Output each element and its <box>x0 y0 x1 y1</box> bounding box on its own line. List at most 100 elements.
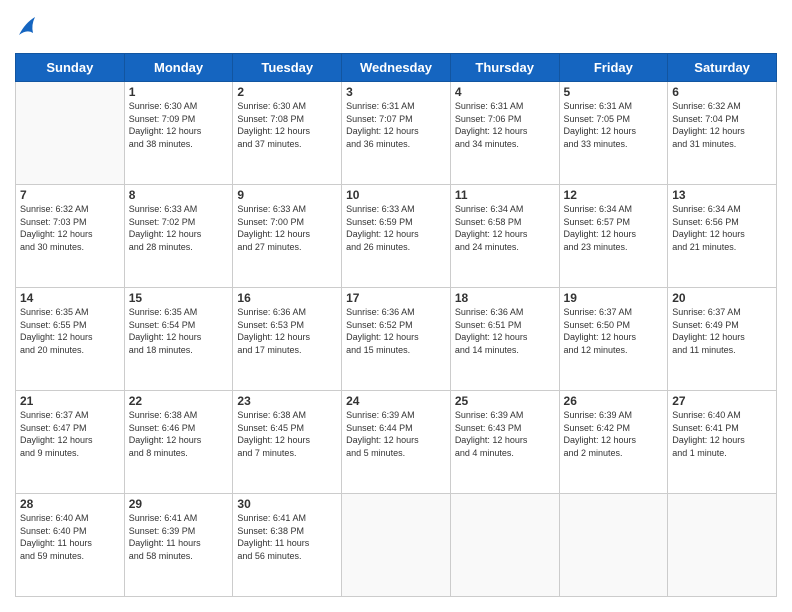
day-info: Sunrise: 6:38 AM Sunset: 6:45 PM Dayligh… <box>237 409 337 459</box>
day-number: 22 <box>129 394 229 408</box>
calendar-cell: 1Sunrise: 6:30 AM Sunset: 7:09 PM Daylig… <box>124 82 233 185</box>
calendar-cell: 24Sunrise: 6:39 AM Sunset: 6:44 PM Dayli… <box>342 391 451 494</box>
day-number: 28 <box>20 497 120 511</box>
day-info: Sunrise: 6:37 AM Sunset: 6:50 PM Dayligh… <box>564 306 664 356</box>
calendar-cell: 8Sunrise: 6:33 AM Sunset: 7:02 PM Daylig… <box>124 185 233 288</box>
day-number: 24 <box>346 394 446 408</box>
calendar-week-4: 21Sunrise: 6:37 AM Sunset: 6:47 PM Dayli… <box>16 391 777 494</box>
day-info: Sunrise: 6:30 AM Sunset: 7:09 PM Dayligh… <box>129 100 229 150</box>
calendar-cell: 25Sunrise: 6:39 AM Sunset: 6:43 PM Dayli… <box>450 391 559 494</box>
calendar-cell <box>559 494 668 597</box>
calendar-cell <box>668 494 777 597</box>
calendar-cell <box>16 82 125 185</box>
day-number: 21 <box>20 394 120 408</box>
day-info: Sunrise: 6:33 AM Sunset: 6:59 PM Dayligh… <box>346 203 446 253</box>
calendar-cell: 4Sunrise: 6:31 AM Sunset: 7:06 PM Daylig… <box>450 82 559 185</box>
day-header-wednesday: Wednesday <box>342 54 451 82</box>
day-number: 8 <box>129 188 229 202</box>
day-info: Sunrise: 6:33 AM Sunset: 7:00 PM Dayligh… <box>237 203 337 253</box>
calendar-week-2: 7Sunrise: 6:32 AM Sunset: 7:03 PM Daylig… <box>16 185 777 288</box>
calendar-cell: 17Sunrise: 6:36 AM Sunset: 6:52 PM Dayli… <box>342 288 451 391</box>
day-number: 16 <box>237 291 337 305</box>
day-number: 11 <box>455 188 555 202</box>
calendar-cell: 20Sunrise: 6:37 AM Sunset: 6:49 PM Dayli… <box>668 288 777 391</box>
day-info: Sunrise: 6:41 AM Sunset: 6:38 PM Dayligh… <box>237 512 337 562</box>
day-info: Sunrise: 6:37 AM Sunset: 6:49 PM Dayligh… <box>672 306 772 356</box>
calendar-week-5: 28Sunrise: 6:40 AM Sunset: 6:40 PM Dayli… <box>16 494 777 597</box>
calendar-cell <box>450 494 559 597</box>
day-info: Sunrise: 6:40 AM Sunset: 6:41 PM Dayligh… <box>672 409 772 459</box>
day-number: 29 <box>129 497 229 511</box>
calendar-cell: 28Sunrise: 6:40 AM Sunset: 6:40 PM Dayli… <box>16 494 125 597</box>
day-info: Sunrise: 6:38 AM Sunset: 6:46 PM Dayligh… <box>129 409 229 459</box>
day-info: Sunrise: 6:35 AM Sunset: 6:54 PM Dayligh… <box>129 306 229 356</box>
day-info: Sunrise: 6:36 AM Sunset: 6:52 PM Dayligh… <box>346 306 446 356</box>
day-header-friday: Friday <box>559 54 668 82</box>
calendar-table: SundayMondayTuesdayWednesdayThursdayFrid… <box>15 53 777 597</box>
header <box>15 15 777 43</box>
day-number: 5 <box>564 85 664 99</box>
day-header-monday: Monday <box>124 54 233 82</box>
day-info: Sunrise: 6:30 AM Sunset: 7:08 PM Dayligh… <box>237 100 337 150</box>
day-info: Sunrise: 6:36 AM Sunset: 6:51 PM Dayligh… <box>455 306 555 356</box>
day-number: 25 <box>455 394 555 408</box>
calendar-cell: 13Sunrise: 6:34 AM Sunset: 6:56 PM Dayli… <box>668 185 777 288</box>
calendar-cell: 30Sunrise: 6:41 AM Sunset: 6:38 PM Dayli… <box>233 494 342 597</box>
day-number: 6 <box>672 85 772 99</box>
day-number: 15 <box>129 291 229 305</box>
day-number: 20 <box>672 291 772 305</box>
calendar-cell: 29Sunrise: 6:41 AM Sunset: 6:39 PM Dayli… <box>124 494 233 597</box>
day-header-thursday: Thursday <box>450 54 559 82</box>
day-info: Sunrise: 6:39 AM Sunset: 6:44 PM Dayligh… <box>346 409 446 459</box>
calendar-cell: 26Sunrise: 6:39 AM Sunset: 6:42 PM Dayli… <box>559 391 668 494</box>
day-info: Sunrise: 6:31 AM Sunset: 7:07 PM Dayligh… <box>346 100 446 150</box>
calendar-cell: 21Sunrise: 6:37 AM Sunset: 6:47 PM Dayli… <box>16 391 125 494</box>
calendar-cell: 14Sunrise: 6:35 AM Sunset: 6:55 PM Dayli… <box>16 288 125 391</box>
calendar-cell: 10Sunrise: 6:33 AM Sunset: 6:59 PM Dayli… <box>342 185 451 288</box>
calendar-cell: 16Sunrise: 6:36 AM Sunset: 6:53 PM Dayli… <box>233 288 342 391</box>
day-number: 3 <box>346 85 446 99</box>
day-number: 12 <box>564 188 664 202</box>
day-number: 4 <box>455 85 555 99</box>
day-header-saturday: Saturday <box>668 54 777 82</box>
day-info: Sunrise: 6:31 AM Sunset: 7:05 PM Dayligh… <box>564 100 664 150</box>
day-info: Sunrise: 6:34 AM Sunset: 6:58 PM Dayligh… <box>455 203 555 253</box>
page: SundayMondayTuesdayWednesdayThursdayFrid… <box>0 0 792 612</box>
calendar-cell: 18Sunrise: 6:36 AM Sunset: 6:51 PM Dayli… <box>450 288 559 391</box>
day-info: Sunrise: 6:32 AM Sunset: 7:04 PM Dayligh… <box>672 100 772 150</box>
day-number: 23 <box>237 394 337 408</box>
day-number: 7 <box>20 188 120 202</box>
calendar-cell: 3Sunrise: 6:31 AM Sunset: 7:07 PM Daylig… <box>342 82 451 185</box>
day-number: 13 <box>672 188 772 202</box>
day-info: Sunrise: 6:40 AM Sunset: 6:40 PM Dayligh… <box>20 512 120 562</box>
day-number: 27 <box>672 394 772 408</box>
calendar-cell: 6Sunrise: 6:32 AM Sunset: 7:04 PM Daylig… <box>668 82 777 185</box>
calendar-cell <box>342 494 451 597</box>
calendar-header-row: SundayMondayTuesdayWednesdayThursdayFrid… <box>16 54 777 82</box>
day-info: Sunrise: 6:36 AM Sunset: 6:53 PM Dayligh… <box>237 306 337 356</box>
day-number: 18 <box>455 291 555 305</box>
day-info: Sunrise: 6:32 AM Sunset: 7:03 PM Dayligh… <box>20 203 120 253</box>
calendar-cell: 12Sunrise: 6:34 AM Sunset: 6:57 PM Dayli… <box>559 185 668 288</box>
calendar-week-3: 14Sunrise: 6:35 AM Sunset: 6:55 PM Dayli… <box>16 288 777 391</box>
day-number: 14 <box>20 291 120 305</box>
calendar-cell: 11Sunrise: 6:34 AM Sunset: 6:58 PM Dayli… <box>450 185 559 288</box>
logo <box>15 15 37 43</box>
calendar-week-1: 1Sunrise: 6:30 AM Sunset: 7:09 PM Daylig… <box>16 82 777 185</box>
day-info: Sunrise: 6:31 AM Sunset: 7:06 PM Dayligh… <box>455 100 555 150</box>
calendar-cell: 15Sunrise: 6:35 AM Sunset: 6:54 PM Dayli… <box>124 288 233 391</box>
day-info: Sunrise: 6:34 AM Sunset: 6:56 PM Dayligh… <box>672 203 772 253</box>
day-info: Sunrise: 6:39 AM Sunset: 6:42 PM Dayligh… <box>564 409 664 459</box>
calendar-cell: 22Sunrise: 6:38 AM Sunset: 6:46 PM Dayli… <box>124 391 233 494</box>
day-number: 9 <box>237 188 337 202</box>
day-number: 26 <box>564 394 664 408</box>
calendar-cell: 5Sunrise: 6:31 AM Sunset: 7:05 PM Daylig… <box>559 82 668 185</box>
day-info: Sunrise: 6:34 AM Sunset: 6:57 PM Dayligh… <box>564 203 664 253</box>
calendar-cell: 9Sunrise: 6:33 AM Sunset: 7:00 PM Daylig… <box>233 185 342 288</box>
day-number: 1 <box>129 85 229 99</box>
day-number: 2 <box>237 85 337 99</box>
calendar-cell: 27Sunrise: 6:40 AM Sunset: 6:41 PM Dayli… <box>668 391 777 494</box>
day-number: 17 <box>346 291 446 305</box>
calendar-cell: 7Sunrise: 6:32 AM Sunset: 7:03 PM Daylig… <box>16 185 125 288</box>
day-info: Sunrise: 6:39 AM Sunset: 6:43 PM Dayligh… <box>455 409 555 459</box>
